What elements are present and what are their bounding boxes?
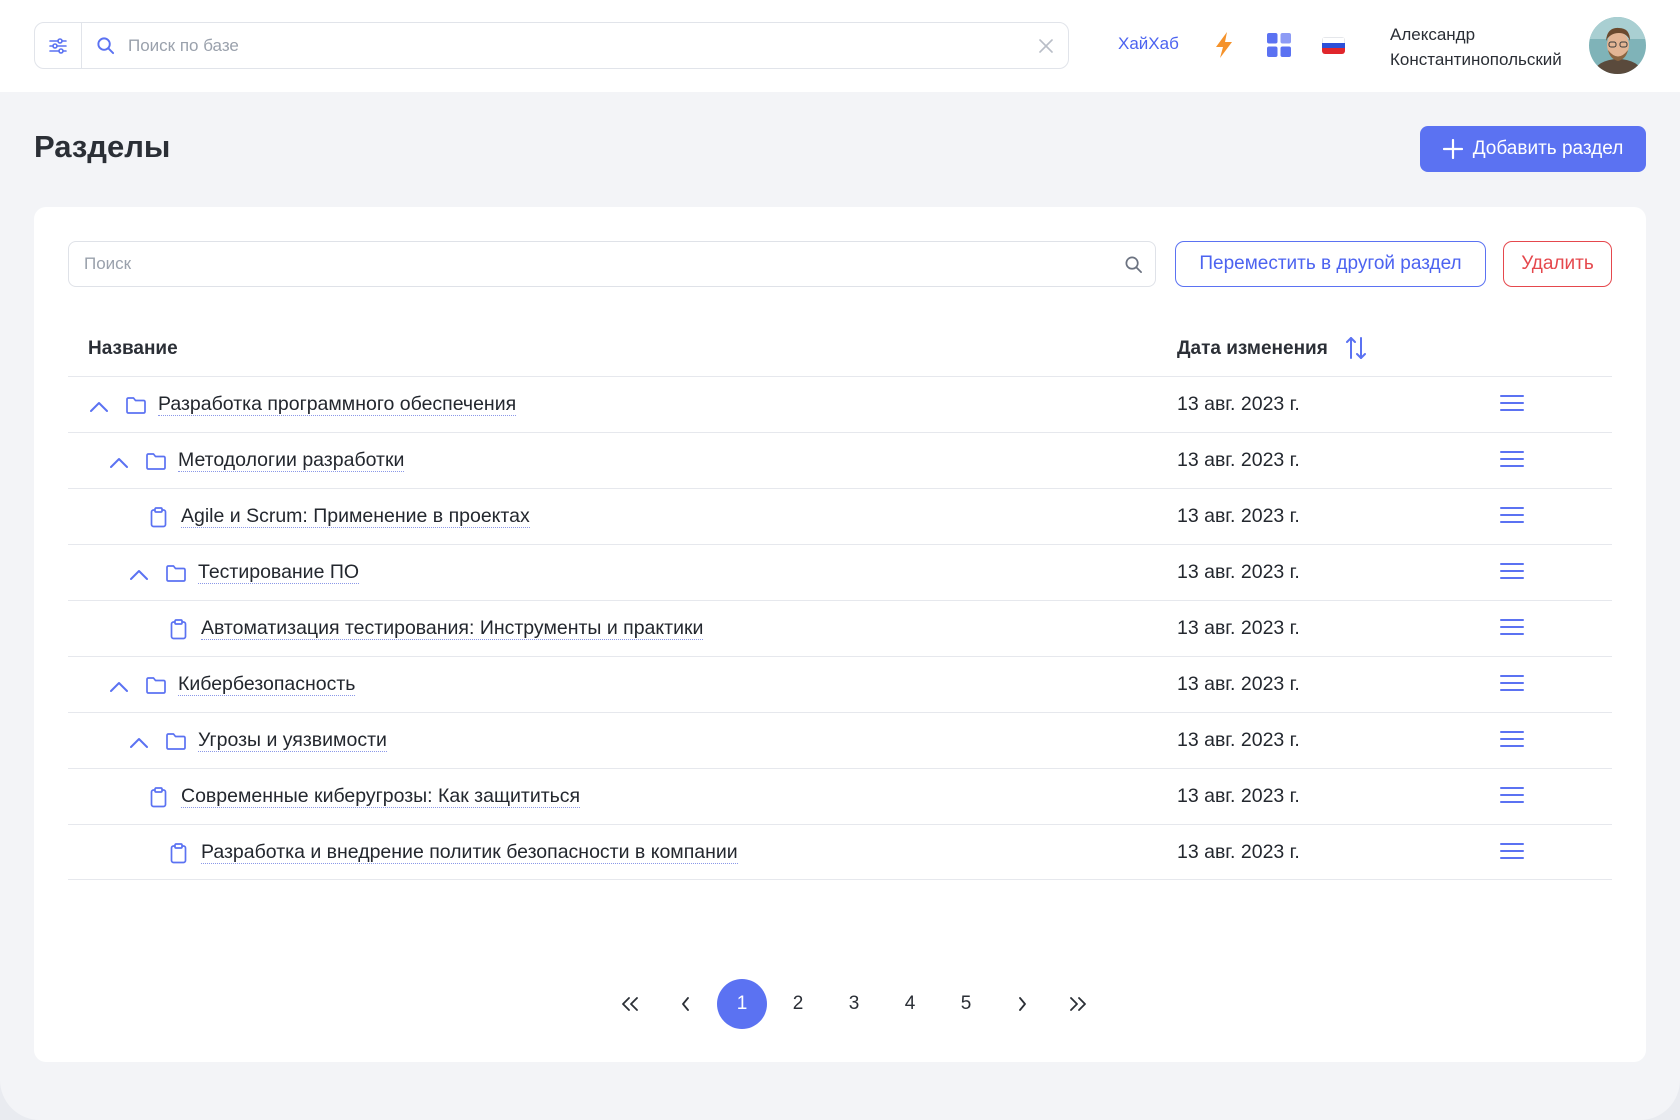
sort-icon [1346, 337, 1366, 359]
row-date: 13 авг. 2023 г. [1177, 841, 1300, 863]
last-page-button[interactable] [1050, 978, 1106, 1030]
row-menu-icon[interactable] [1500, 450, 1524, 473]
pagination: 1 2 3 4 5 [602, 978, 1106, 1030]
row-title[interactable]: Методологии разработки [178, 449, 405, 472]
row-date: 13 авг. 2023 г. [1177, 673, 1300, 695]
sections-card: Поиск Переместить в другой раздел Удалит… [34, 207, 1646, 1062]
folder-icon [144, 673, 168, 697]
language-flag-icon[interactable] [1322, 37, 1345, 54]
app-window: Поиск по базе ХайХаб Александр Константи… [0, 0, 1680, 1120]
table-row[interactable]: Современные киберугрозы: Как защититься 1… [68, 768, 1612, 824]
folder-icon [124, 393, 148, 417]
row-title[interactable]: Agile и Scrum: Применение в проектах [181, 505, 530, 528]
row-title[interactable]: Тестирование ПО [198, 561, 360, 584]
lightning-icon [1216, 32, 1232, 58]
sections-search-input[interactable]: Поиск [84, 254, 1111, 274]
add-section-label: Добавить раздел [1472, 138, 1624, 159]
global-search-input[interactable]: Поиск по базе [128, 36, 1024, 56]
row-menu-icon[interactable] [1500, 394, 1524, 417]
row-title[interactable]: Разработка и внедрение политик безопасно… [201, 841, 738, 864]
column-header-date[interactable]: Дата изменения [1177, 338, 1328, 360]
search-icon [1125, 256, 1142, 273]
sections-search-field[interactable]: Поиск [68, 241, 1156, 287]
row-title[interactable]: Автоматизация тестирования: Инструменты … [201, 617, 704, 640]
row-title[interactable]: Кибербезопасность [178, 673, 356, 696]
row-menu-icon[interactable] [1500, 562, 1524, 585]
row-date: 13 авг. 2023 г. [1177, 505, 1300, 527]
row-menu-icon[interactable] [1500, 730, 1524, 753]
search-icon [96, 37, 114, 55]
table-row[interactable]: Разработка и внедрение политик безопасно… [68, 824, 1612, 880]
chevron-right-icon [1019, 997, 1026, 1011]
document-icon [146, 785, 170, 809]
global-search[interactable]: Поиск по базе [34, 22, 1069, 69]
chevron-up-icon[interactable] [108, 451, 130, 473]
chevron-up-icon[interactable] [128, 731, 150, 753]
page-button-2[interactable]: 2 [770, 978, 826, 1030]
delete-button[interactable]: Удалить [1503, 241, 1612, 287]
row-menu-icon[interactable] [1500, 618, 1524, 641]
sort-button[interactable] [1346, 335, 1366, 366]
row-title[interactable]: Современные киберугрозы: Как защититься [181, 785, 581, 808]
column-header-name[interactable]: Название [88, 338, 178, 360]
table-row[interactable]: Agile и Scrum: Применение в проектах 13 а… [68, 488, 1612, 544]
plus-icon [1442, 139, 1463, 159]
close-icon [1039, 38, 1053, 53]
table-row[interactable]: Кибербезопасность 13 авг. 2023 г. [68, 656, 1612, 712]
lightning-button[interactable] [1214, 31, 1234, 64]
top-bar: Поиск по базе ХайХаб Александр Константи… [0, 0, 1680, 92]
avatar[interactable] [1589, 17, 1646, 74]
page-button-1[interactable]: 1 [714, 978, 770, 1030]
page-number: 1 [717, 979, 767, 1029]
prev-page-button[interactable] [658, 978, 714, 1030]
first-page-button[interactable] [602, 978, 658, 1030]
folder-icon [164, 561, 188, 585]
next-page-button[interactable] [994, 978, 1050, 1030]
apps-grid-button[interactable] [1267, 33, 1291, 62]
user-last-name: Константинопольский [1390, 50, 1562, 69]
table-row[interactable]: Автоматизация тестирования: Инструменты … [68, 600, 1612, 656]
page-button-5[interactable]: 5 [938, 978, 994, 1030]
add-section-button[interactable]: Добавить раздел [1420, 126, 1646, 172]
table-row[interactable]: Тестирование ПО 13 авг. 2023 г. [68, 544, 1612, 600]
row-title[interactable]: Угрозы и уязвимости [198, 729, 387, 752]
row-menu-icon[interactable] [1500, 842, 1524, 865]
apps-grid-icon [1267, 33, 1291, 57]
row-menu-icon[interactable] [1500, 786, 1524, 809]
document-icon [166, 841, 190, 865]
row-date: 13 авг. 2023 г. [1177, 785, 1300, 807]
row-date: 13 авг. 2023 г. [1177, 449, 1300, 471]
document-icon [146, 505, 170, 529]
hub-link[interactable]: ХайХаб [1118, 34, 1179, 54]
page-button-3[interactable]: 3 [826, 978, 882, 1030]
clear-search-button[interactable] [1024, 38, 1068, 53]
folder-icon [164, 729, 188, 753]
row-date: 13 авг. 2023 г. [1177, 393, 1300, 415]
table-row[interactable]: Угрозы и уязвимости 13 авг. 2023 г. [68, 712, 1612, 768]
user-first-name: Александр [1390, 25, 1476, 44]
double-chevron-right-icon [1070, 997, 1086, 1011]
page-title: Разделы [34, 129, 171, 164]
filter-icon [49, 37, 67, 54]
chevron-up-icon[interactable] [128, 563, 150, 585]
row-date: 13 авг. 2023 г. [1177, 729, 1300, 751]
document-icon [166, 617, 190, 641]
user-name[interactable]: Александр Константинопольский [1390, 22, 1562, 72]
row-menu-icon[interactable] [1500, 506, 1524, 529]
double-chevron-left-icon [622, 997, 638, 1011]
chevron-up-icon[interactable] [88, 395, 110, 417]
table-row[interactable]: Разработка программного обеспечения 13 ав… [68, 376, 1612, 432]
table-row[interactable]: Методологии разработки 13 авг. 2023 г. [68, 432, 1612, 488]
row-title[interactable]: Разработка программного обеспечения [158, 393, 517, 416]
folder-icon [144, 449, 168, 473]
row-date: 13 авг. 2023 г. [1177, 617, 1300, 639]
filter-button[interactable] [35, 23, 82, 68]
chevron-up-icon[interactable] [108, 675, 130, 697]
row-menu-icon[interactable] [1500, 674, 1524, 697]
sections-table: Разработка программного обеспечения 13 ав… [68, 376, 1612, 880]
row-date: 13 авг. 2023 г. [1177, 561, 1300, 583]
move-to-section-button[interactable]: Переместить в другой раздел [1175, 241, 1486, 287]
chevron-left-icon [682, 997, 689, 1011]
page-button-4[interactable]: 4 [882, 978, 938, 1030]
